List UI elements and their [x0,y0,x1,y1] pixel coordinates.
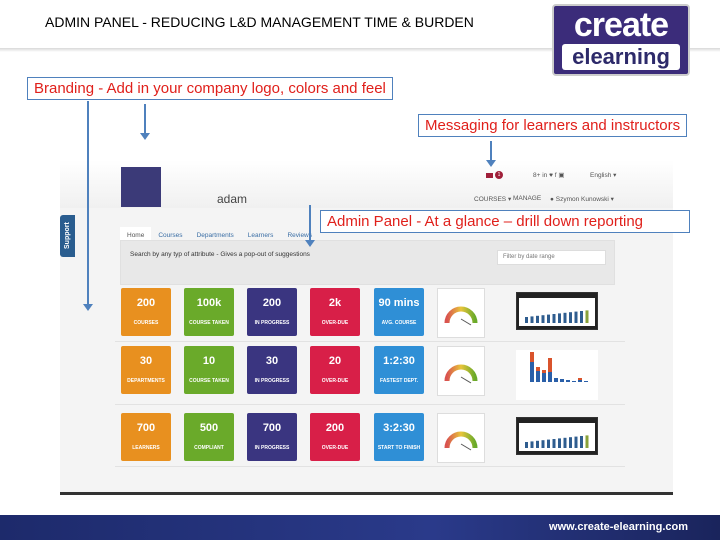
nav-user-menu[interactable]: ● Szymon Kunowski ▾ [550,195,614,203]
stat-tile[interactable]: 3:2:30 START TO FINISH [374,413,424,461]
stat-value: 3:2:30 [383,422,415,434]
message-count-badge: 1 [495,171,503,179]
arrow [486,141,496,167]
stat-label: IN PROGRESS [254,378,290,384]
stat-tile[interactable]: 10 COURSE TAKEN [184,346,234,394]
stat-label: START TO FINISH [377,445,421,451]
stat-label: COURSE TAKEN [189,320,229,326]
divider [115,466,625,467]
stat-value: 1:2:30 [383,355,415,367]
stat-tile[interactable]: 100k COURSE TAKEN [184,288,234,336]
company-logo [121,167,161,207]
stat-value: 500 [199,422,219,434]
stat-label: LEARNERS [132,445,160,451]
stat-tile[interactable]: 20 OVER-DUE [310,346,360,394]
logo-top: create [573,6,669,44]
stat-tile[interactable]: 2k OVER-DUE [310,288,360,336]
chart-thumbnail[interactable] [516,350,598,400]
arrow [83,101,93,311]
stat-value: 200 [262,297,282,309]
stat-label: COMPLIANT [194,445,224,451]
stat-value: 700 [262,422,282,434]
stat-value: 30 [265,355,279,367]
stat-label: OVER-DUE [321,445,349,451]
stat-value: 90 mins [378,297,420,309]
stat-label: COURSE TAKEN [189,378,229,384]
chart-thumbnail[interactable] [516,417,598,455]
stat-label: IN PROGRESS [254,445,290,451]
stat-tile[interactable]: 1:2:30 FASTEST DEPT. [374,346,424,394]
chart-thumbnail[interactable] [516,292,598,330]
nav-courses[interactable]: COURSES ▾ [474,195,511,203]
stat-value: 700 [136,422,156,434]
stat-value: 30 [139,355,153,367]
date-range-filter[interactable]: Filter by date range [497,250,606,265]
callout-branding: Branding - Add in your company logo, col… [27,77,393,100]
nav-manage[interactable]: MANAGE [513,195,541,202]
chart-thumbnail-graphic [530,352,588,382]
stat-value: 100k [196,297,222,309]
slide-title: ADMIN PANEL - REDUCING L&D MANAGEMENT TI… [45,14,474,30]
divider [115,404,625,405]
stat-label: COURSES [133,320,159,326]
stat-label: OVER-DUE [321,378,349,384]
chart-thumbnail-graphic [519,423,595,451]
search-input[interactable]: Search by any typ of attribute - Gives a… [130,251,310,258]
gauge-icon [444,364,478,384]
stat-tile[interactable]: 700 LEARNERS [121,413,171,461]
callout-admin-panel: Admin Panel - At a glance – drill down r… [320,210,690,233]
stat-value: 2k [328,297,342,309]
stat-value: 200 [325,422,345,434]
create-elearning-logo: create elearning [552,4,690,76]
arrow [305,205,315,247]
user-name: Szymon Kunowski ▾ [555,196,614,203]
messages-button[interactable]: 1 [486,171,503,179]
stat-tile[interactable]: 30 DEPARTMENTS [121,346,171,394]
arrow [140,104,150,140]
stat-tile[interactable]: 200 IN PROGRESS [247,288,297,336]
stat-label: AVG. COURSE [381,320,417,326]
stat-value: 20 [328,355,342,367]
social-icons[interactable]: 8+ in ♥ f ▣ [533,171,565,179]
mail-icon [486,172,493,178]
stat-value: 10 [202,355,216,367]
stat-tile[interactable]: 200 OVER-DUE [310,413,360,461]
footer-url: www.create-elearning.com [549,521,688,533]
stat-label: OVER-DUE [321,320,349,326]
chart-thumbnail-graphic [519,298,595,326]
gauge-icon [444,431,478,451]
divider [115,341,625,342]
site-name: adam [217,192,248,206]
support-tab[interactable]: Support [60,215,75,257]
stat-tile[interactable]: 700 IN PROGRESS [247,413,297,461]
logo-bottom: elearning [562,44,680,70]
language-select[interactable]: English ▾ [590,171,616,179]
stat-tile[interactable]: 200 COURSES [121,288,171,336]
stat-tile[interactable]: 30 IN PROGRESS [247,346,297,394]
gauge-widget[interactable] [437,413,485,463]
stat-value: 200 [136,297,156,309]
stat-tile[interactable]: 500 COMPLIANT [184,413,234,461]
callout-messaging: Messaging for learners and instructors [418,114,688,137]
stat-label: FASTEST DEPT. [379,378,419,384]
stat-label: DEPARTMENTS [127,378,165,384]
gauge-widget[interactable] [437,288,485,338]
stat-label: IN PROGRESS [254,320,290,326]
stat-tile[interactable]: 90 mins AVG. COURSE [374,288,424,336]
gauge-widget[interactable] [437,346,485,396]
gauge-icon [444,306,478,326]
